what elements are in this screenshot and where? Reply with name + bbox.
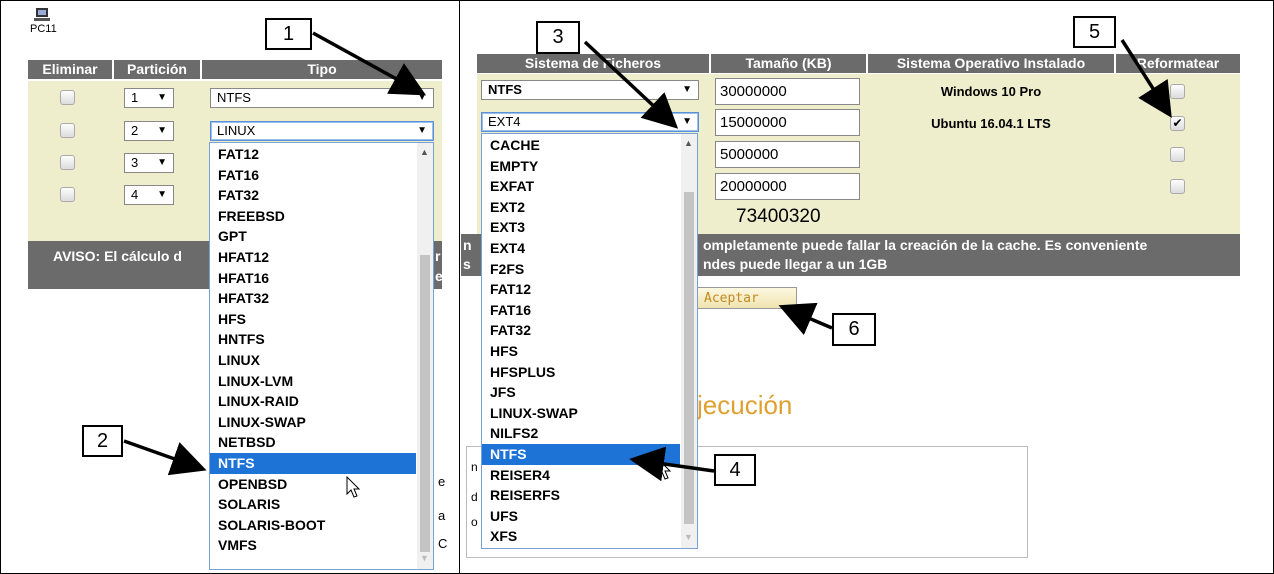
arrow-6 [778, 302, 833, 336]
callout-1: 1 [265, 18, 312, 50]
callout-2: 2 [82, 425, 123, 457]
callout-5: 5 [1073, 16, 1116, 48]
annotation-arrows [123, 31, 1172, 482]
arrow-5 [1120, 39, 1172, 118]
callout-4: 4 [714, 454, 756, 486]
arrow-3 [583, 40, 679, 129]
callout-6: 6 [832, 313, 876, 346]
arrow-2 [123, 439, 207, 476]
arrow-4 [629, 446, 715, 482]
callout-3: 3 [536, 21, 580, 54]
arrow-1 [312, 31, 427, 96]
